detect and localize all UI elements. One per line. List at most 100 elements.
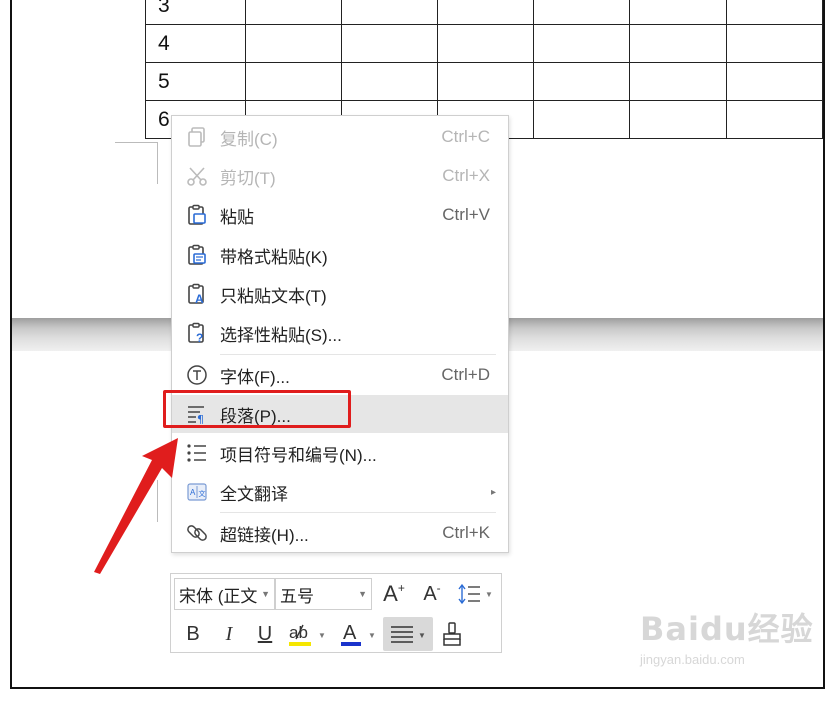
bold-letter: B (186, 622, 200, 645)
highlight-color-button[interactable]: ab ▼ (285, 618, 329, 650)
svg-text:?: ? (196, 331, 203, 344)
table-cell[interactable] (244, 24, 342, 63)
table-row: 3 (145, 0, 823, 25)
table-cell[interactable] (340, 24, 439, 63)
menu-label: 超链接(H)... (220, 525, 309, 545)
table-cell[interactable] (629, 24, 727, 63)
highlighter-icon: ab ▼ (289, 623, 326, 646)
menu-item-bullets-numbering[interactable]: 项目符号和编号(N)... (172, 434, 508, 472)
plus-icon: + (397, 581, 405, 595)
menu-item-copy[interactable]: 复制(C) Ctrl+C (172, 118, 508, 156)
table-cell[interactable] (725, 24, 823, 63)
table-cell[interactable] (629, 0, 727, 25)
baidu-watermark: Baidu经验 jingyan.baidu.com (640, 604, 814, 667)
font-name-select[interactable]: 宋体 (正文 ▼ (174, 578, 275, 610)
mini-toolbar: 宋体 (正文 ▼ 五号 ▼ A + A- ▼ B I U ab ▼ A ▼ ▼ (170, 573, 502, 653)
align-justify-icon: ▼ (391, 626, 426, 643)
menu-label: 只粘贴文本(T) (220, 286, 327, 306)
menu-label: 选择性粘贴(S)... (220, 325, 342, 345)
clipboard-format-icon (182, 240, 212, 270)
table-cell[interactable] (340, 0, 439, 25)
table-row-number-cell[interactable]: 4 (145, 24, 246, 63)
clipboard-question-icon: ? (182, 318, 212, 348)
table-cell[interactable] (437, 24, 535, 63)
format-painter-icon (443, 622, 461, 646)
chevron-down-icon: ▼ (261, 589, 270, 599)
menu-label: 带格式粘贴(K) (220, 247, 328, 267)
menu-item-paste[interactable]: 粘贴 Ctrl+V (172, 196, 508, 234)
table-row: 5 (145, 62, 823, 101)
underline-letter: U (257, 622, 273, 645)
table-cell[interactable] (437, 62, 535, 101)
table-cell[interactable] (725, 62, 823, 101)
scissors-icon (182, 161, 212, 191)
bold-button[interactable]: B (179, 620, 207, 648)
menu-shortcut: Ctrl+V (442, 205, 490, 224)
page-corner-mark (157, 142, 158, 184)
table-cell[interactable] (533, 100, 631, 139)
svg-text:▼: ▼ (368, 631, 376, 640)
table-row-number-cell[interactable]: 3 (145, 0, 246, 25)
svg-text:▼: ▼ (485, 590, 493, 599)
font-color-button[interactable]: A ▼ (337, 618, 381, 650)
grow-font-button[interactable]: A + (379, 579, 409, 609)
svg-text:A: A (190, 488, 196, 497)
table-cell[interactable] (629, 62, 727, 101)
table-cell[interactable] (725, 100, 823, 139)
font-name-value: 宋体 (正文 (179, 586, 258, 606)
font-size-value: 五号 (280, 586, 314, 606)
clipboard-icon (182, 200, 212, 230)
table-cell[interactable] (533, 24, 631, 63)
table-cell[interactable] (533, 62, 631, 101)
page-corner-mark (115, 142, 157, 143)
menu-label: 粘贴 (220, 207, 254, 227)
clipboard-text-icon: A (182, 279, 212, 309)
menu-item-font[interactable]: 字体(F)... Ctrl+D (172, 356, 508, 394)
context-menu: 复制(C) Ctrl+C 剪切(T) Ctrl+X 粘贴 Ctrl+V 带格式粘… (171, 115, 509, 553)
menu-item-paste-with-format[interactable]: 带格式粘贴(K) (172, 236, 508, 274)
submenu-arrow-icon: ▸ (490, 486, 496, 498)
menu-label: 全文翻译 (220, 484, 288, 504)
svg-text:▼: ▼ (318, 631, 326, 640)
format-painter-button[interactable] (437, 619, 467, 649)
font-color-icon: A ▼ (341, 622, 376, 646)
table-cell[interactable] (725, 0, 823, 25)
menu-shortcut: Ctrl+C (441, 127, 490, 146)
menu-item-hyperlink[interactable]: 超链接(H)... Ctrl+K (172, 514, 508, 552)
grow-font-letter: A (383, 581, 398, 606)
font-size-select[interactable]: 五号 ▼ (275, 578, 372, 610)
table-row-number-cell[interactable]: 5 (145, 62, 246, 101)
menu-item-translate[interactable]: A文 全文翻译 ▸ (172, 473, 508, 511)
menu-item-paste-text-only[interactable]: A 只粘贴文本(T) (172, 275, 508, 313)
table-cell[interactable] (244, 62, 342, 101)
svg-text:ab: ab (289, 623, 308, 642)
table-cell[interactable] (437, 0, 535, 25)
menu-label: 剪切(T) (220, 168, 276, 188)
menu-separator (220, 354, 496, 355)
menu-item-cut[interactable]: 剪切(T) Ctrl+X (172, 157, 508, 195)
italic-button[interactable]: I (215, 620, 243, 648)
table-cell[interactable] (340, 62, 439, 101)
menu-shortcut: Ctrl+K (442, 523, 490, 542)
svg-text:A: A (343, 622, 357, 644)
shrink-font-button[interactable]: A- (417, 579, 447, 609)
svg-text:A: A (195, 292, 204, 305)
line-spacing-button[interactable]: ▼ (455, 579, 497, 609)
red-arrow-annotation (94, 438, 178, 574)
font-circle-icon (182, 360, 212, 390)
menu-separator (220, 512, 496, 513)
table-row: 4 (145, 24, 823, 63)
table-cell[interactable] (244, 0, 342, 25)
copy-icon (182, 122, 212, 152)
minus-icon: - (436, 581, 441, 595)
menu-shortcut: Ctrl+D (441, 365, 490, 384)
align-button[interactable]: ▼ (383, 617, 433, 651)
menu-label: 字体(F)... (220, 367, 290, 387)
menu-item-paste-special[interactable]: ? 选择性粘贴(S)... (172, 314, 508, 352)
table-cell[interactable] (533, 0, 631, 25)
underline-button[interactable]: U (251, 620, 279, 648)
table-cell[interactable] (629, 100, 727, 139)
menu-label: 项目符号和编号(N)... (220, 445, 377, 465)
highlight-box (163, 390, 351, 428)
line-spacing-icon: ▼ (458, 583, 493, 605)
